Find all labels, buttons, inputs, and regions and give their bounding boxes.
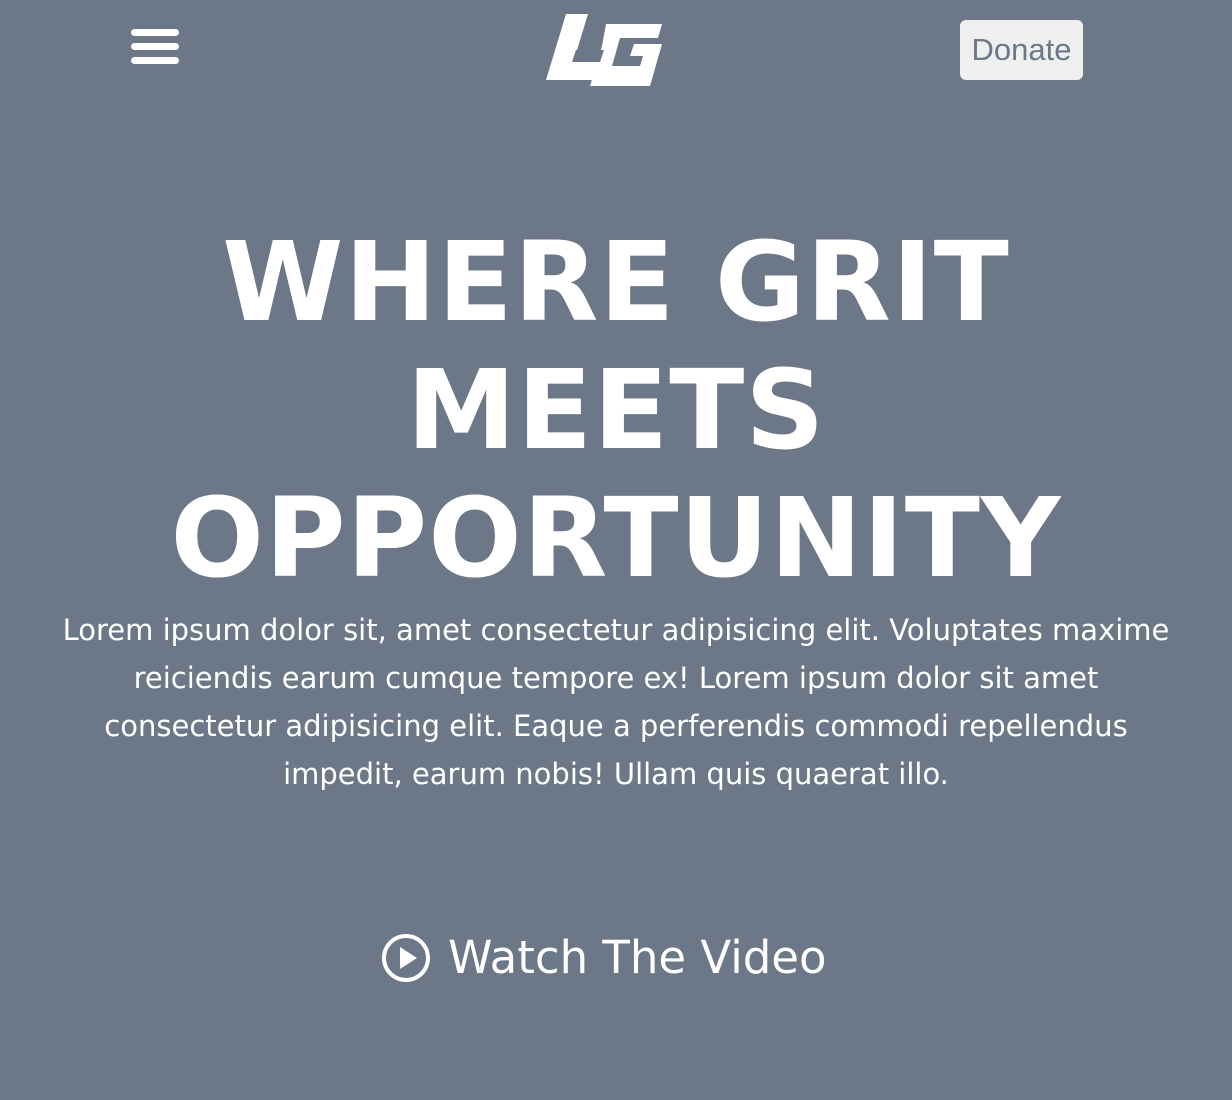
hero-description: Lorem ipsum dolor sit, amet consectetur …	[62, 613, 1170, 791]
donate-button[interactable]: Donate	[960, 20, 1083, 80]
site-header: Donate	[0, 0, 1232, 100]
hero-title-line-1: WHERE GRIT MEETS	[222, 218, 1010, 474]
play-circle-icon	[382, 934, 430, 982]
lg-logo-mark	[546, 14, 662, 86]
menu-bar-top	[131, 29, 179, 36]
hamburger-menu-icon[interactable]	[128, 26, 182, 70]
lg-logo[interactable]	[542, 10, 666, 90]
hero-title: WHERE GRIT MEETS OPPORTUNITY	[0, 218, 1232, 602]
hero-title-line-2: OPPORTUNITY	[170, 474, 1062, 602]
watch-video-label: Watch The Video	[448, 931, 827, 984]
menu-bar-middle	[131, 43, 179, 50]
watch-video-link[interactable]: Watch The Video	[380, 926, 826, 990]
menu-bar-bottom	[131, 57, 179, 64]
